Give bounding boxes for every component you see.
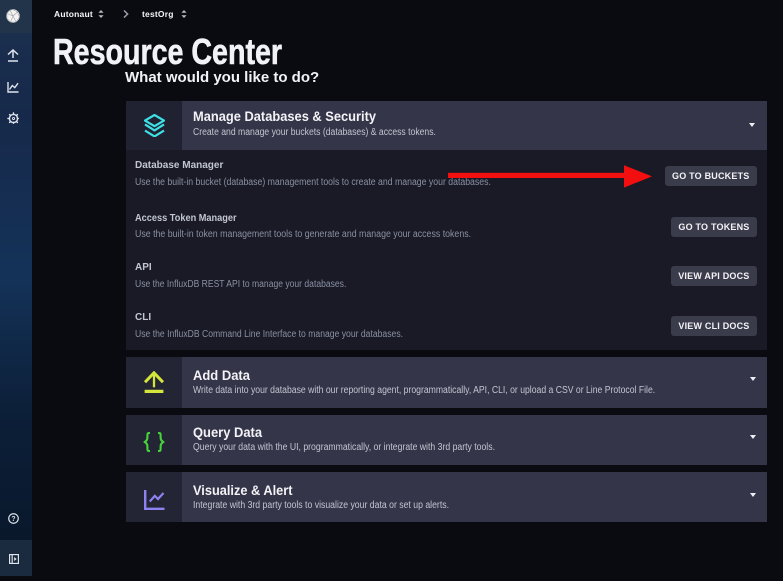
svg-text:?: ? — [11, 515, 15, 522]
